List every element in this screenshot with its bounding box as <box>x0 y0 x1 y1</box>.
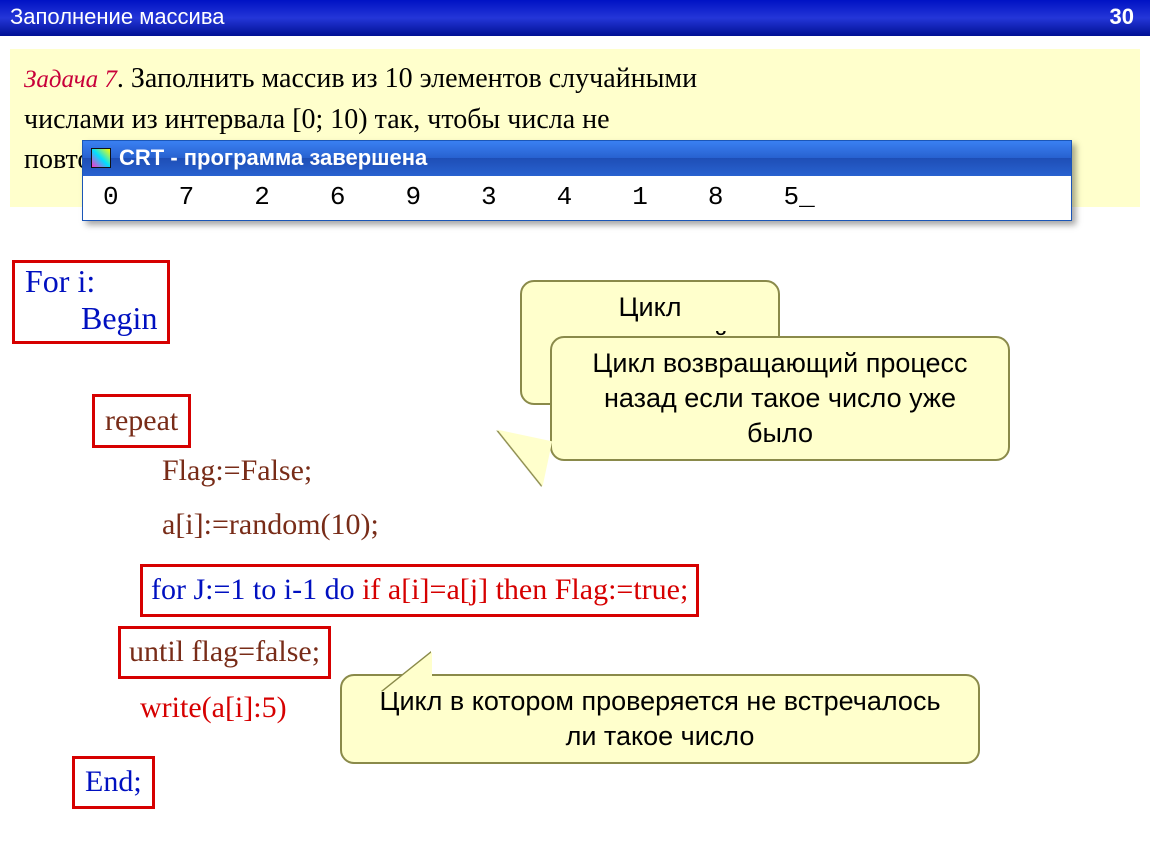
callout-c-text: Цикл в котором проверяется не встречалос… <box>379 686 940 751</box>
slide-title: Заполнение массива <box>10 4 225 30</box>
crt-val-8: 8 <box>708 182 724 212</box>
crt-val-5: 3 <box>481 182 497 212</box>
crt-val-9: 5_ <box>783 182 814 212</box>
callout-c-tail <box>382 652 432 692</box>
crt-icon <box>91 148 111 168</box>
crt-window-titlebar[interactable]: CRT - программа завершена <box>83 141 1071 176</box>
callout-check: Цикл в котором проверяется не встречалос… <box>340 674 980 764</box>
task-sep: . <box>117 63 131 94</box>
task-text-2: числами из интервала [0; 10) так, чтобы … <box>24 104 610 135</box>
crt-val-7: 1 <box>632 182 648 212</box>
callout-b-tail <box>488 430 552 487</box>
callout-return: Цикл возвращающий процесс назад если так… <box>550 336 1010 461</box>
slide-page-number: 30 <box>1110 4 1134 30</box>
code-forj-box: for J:=1 to i-1 do if a[i]=a[j] then Fla… <box>140 564 699 617</box>
crt-val-0: 0 <box>103 182 119 212</box>
code-until: until flag=false; <box>129 635 320 668</box>
callout-b-text: Цикл возвращающий процесс назад если так… <box>592 348 967 448</box>
task-label: Задача 7 <box>24 66 117 93</box>
code-forj-red: if a[i]=a[j] then Flag:=true; <box>355 573 689 606</box>
crt-val-3: 6 <box>330 182 346 212</box>
code-until-box: until flag=false; <box>118 626 331 679</box>
code-forj-blue: for J:=1 to i-1 do <box>151 573 355 606</box>
code-begin: Begin <box>25 300 157 337</box>
code-ai-random: a[i]:=random(10); <box>162 508 379 542</box>
code-end-box: End; <box>72 756 155 809</box>
crt-val-1: 7 <box>179 182 195 212</box>
code-repeat-box: repeat <box>92 394 191 448</box>
crt-val-2: 2 <box>254 182 270 212</box>
task-text-1: Заполнить массив из 10 элементов случайн… <box>131 63 697 94</box>
crt-window[interactable]: CRT - программа завершена 0 7 2 6 9 3 4 … <box>82 140 1072 221</box>
crt-val-4: 9 <box>405 182 421 212</box>
crt-window-title: CRT - программа завершена <box>119 145 427 171</box>
code-repeat: repeat <box>105 404 178 437</box>
code-for-begin-box: For i: Begin <box>12 260 170 344</box>
code-end: End; <box>85 765 142 798</box>
crt-val-6: 4 <box>557 182 573 212</box>
code-for: For i: <box>25 263 157 300</box>
slide-titlebar: Заполнение массива 30 <box>0 0 1150 36</box>
code-flag-false: Flag:=False; <box>162 454 312 488</box>
crt-output: 0 7 2 6 9 3 4 1 8 5_ <box>83 176 1071 220</box>
code-write: write(a[i]:5) <box>140 691 287 725</box>
